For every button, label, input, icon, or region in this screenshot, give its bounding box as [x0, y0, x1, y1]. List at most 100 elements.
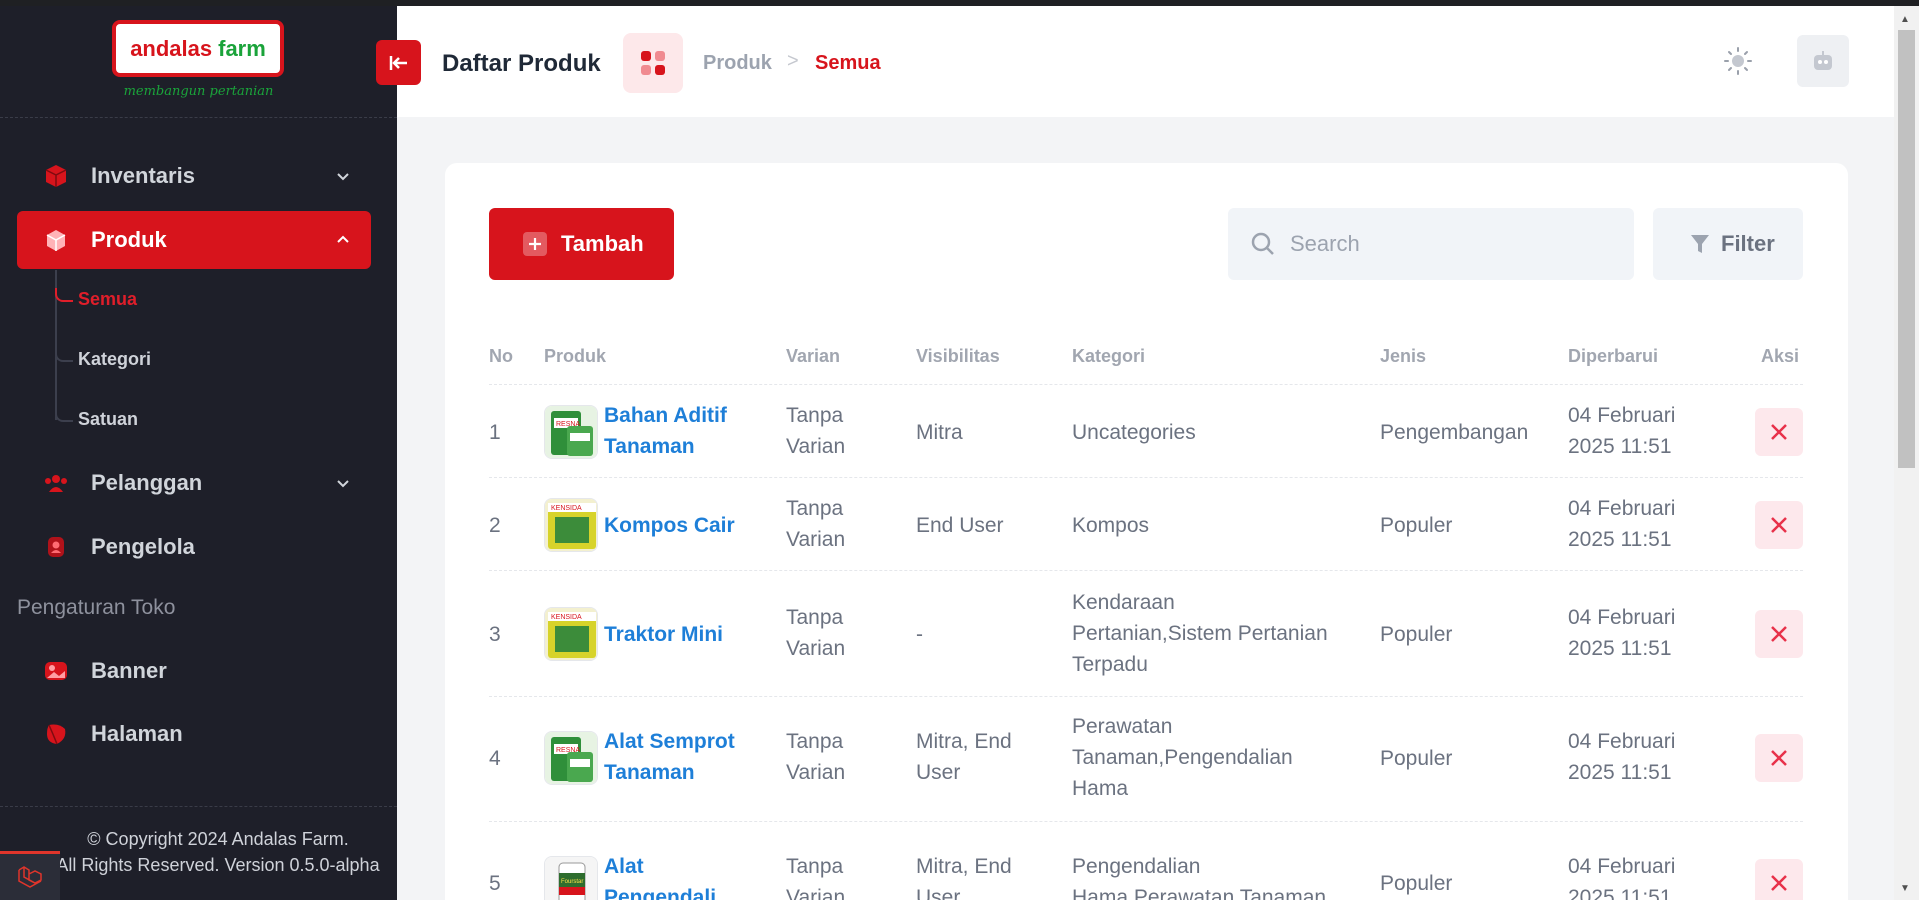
add-button-label: Tambah: [561, 231, 644, 256]
sidebar-subitem-satuan[interactable]: Satuan: [78, 409, 138, 430]
submenu-branch: [55, 288, 73, 302]
kategori-cell: Perawatan Tanaman,Pengendalian Hama: [1072, 715, 1293, 800]
varian-cell: Tanpa Varian: [786, 404, 846, 458]
kategori-cell: Kendaraan Pertanian,Sistem Pertanian Terpa…: [1072, 591, 1328, 676]
logo[interactable]: andalas farm: [112, 20, 284, 77]
copyright-line: © Copyright 2024 Andalas Farm.: [87, 829, 349, 849]
sidebar-item-produk[interactable]: Produk: [17, 211, 371, 269]
sidebar-item-banner[interactable]: Banner: [17, 642, 371, 700]
add-product-button[interactable]: Tambah: [489, 208, 674, 280]
varian-cell: Tanpa Varian: [786, 497, 846, 551]
close-icon: [1771, 424, 1787, 440]
diperbarui-cell: 04 Februari 2025 11:51: [1568, 606, 1676, 660]
varian-cell: Tanpa Varian: [786, 606, 846, 660]
delete-button[interactable]: [1755, 501, 1803, 549]
delete-button[interactable]: [1755, 610, 1803, 658]
laravel-icon[interactable]: [0, 851, 60, 900]
logo-area: andalas farm membangun pertanian: [0, 0, 397, 118]
logo-tagline: membangun pertanian: [123, 84, 274, 99]
kategori-cell: Pengendalian Hama,Perawatan Tanaman: [1072, 855, 1327, 900]
filter-button[interactable]: Filter: [1653, 208, 1803, 280]
diperbarui-cell: 04 Februari 2025 11:51: [1568, 855, 1676, 900]
row-divider: [489, 696, 1803, 697]
logo-word-farm: farm: [218, 35, 266, 61]
column-header-diperbarui[interactable]: Diperbarui: [1568, 346, 1658, 367]
column-header-no[interactable]: No: [489, 346, 513, 367]
product-thumbnail[interactable]: RESNA: [544, 731, 598, 785]
sidebar-subitem-semua[interactable]: Semua: [78, 289, 137, 310]
column-header-visibilitas[interactable]: Visibilitas: [916, 346, 1000, 367]
search-input[interactable]: [1290, 231, 1610, 257]
diperbarui-cell: 04 Februari 2025 11:51: [1568, 497, 1676, 551]
scroll-down-icon[interactable]: ▼: [1900, 883, 1910, 894]
product-name-link[interactable]: Traktor Mini: [604, 619, 723, 650]
jenis-cell: Populer: [1380, 747, 1453, 770]
delete-button[interactable]: [1755, 859, 1803, 900]
delete-button[interactable]: [1755, 408, 1803, 456]
close-icon: [1771, 875, 1787, 891]
sidebar-footer-divider: [0, 806, 397, 807]
chevron-down-icon: [337, 480, 349, 488]
filter-button-label: Filter: [1721, 231, 1775, 256]
avatar[interactable]: [1797, 35, 1849, 87]
column-header-varian[interactable]: Varian: [786, 346, 840, 367]
submenu-branch: [55, 408, 73, 422]
page-scrollbar[interactable]: ▲ ▼: [1894, 6, 1919, 900]
page-title: Daftar Produk: [442, 50, 601, 77]
delete-button[interactable]: [1755, 734, 1803, 782]
sidebar-item-label: Pelanggan: [91, 470, 203, 495]
row-number: 1: [489, 421, 501, 444]
box-icon: [43, 227, 69, 253]
scrollbar-thumb[interactable]: [1898, 30, 1915, 468]
visibilitas-cell: Mitra: [916, 421, 963, 444]
sidebar-collapse-button[interactable]: [376, 40, 421, 85]
sidebar-item-inventaris[interactable]: Inventaris: [17, 147, 371, 205]
breadcrumb-produk[interactable]: Produk: [703, 52, 772, 75]
row-divider: [489, 570, 1803, 571]
diperbarui-cell: 04 Februari 2025 11:51: [1568, 730, 1676, 784]
sidebar-item-halaman[interactable]: Halaman: [17, 705, 371, 763]
row-number: 2: [489, 514, 501, 537]
visibilitas-cell: -: [916, 623, 923, 646]
product-thumbnail[interactable]: Fourstar: [544, 856, 598, 900]
jenis-cell: Populer: [1380, 623, 1453, 646]
product-name-link[interactable]: Kompos Cair: [604, 510, 735, 541]
product-thumbnail[interactable]: KENSIDA: [544, 498, 598, 552]
column-header-aksi: Aksi: [1761, 346, 1800, 366]
apps-icon: [623, 33, 683, 93]
sidebar-item-label: Halaman: [91, 721, 183, 746]
close-icon: [1771, 626, 1787, 642]
sidebar-item-label: Produk: [91, 227, 167, 252]
sidebar-subitem-kategori[interactable]: Kategori: [78, 349, 151, 370]
sidebar-item-label: Inventaris: [91, 163, 195, 188]
theme-toggle-button[interactable]: [1721, 44, 1755, 78]
column-header-jenis[interactable]: Jenis: [1380, 346, 1426, 367]
column-header-produk[interactable]: Produk: [544, 346, 606, 367]
visibilitas-cell: Mitra, End User: [916, 730, 1012, 784]
product-name-link[interactable]: Alat Semprot Tanaman: [604, 726, 735, 788]
row-divider: [489, 384, 1803, 385]
product-thumbnail[interactable]: KENSIDA: [544, 607, 598, 661]
product-name-link[interactable]: Alat Pengendali: [604, 851, 716, 900]
kategori-cell: Uncategories: [1072, 421, 1196, 444]
varian-cell: Tanpa Varian: [786, 730, 846, 784]
product-name-link[interactable]: Bahan Aditif Tanaman: [604, 400, 727, 462]
sidebar-item-pelanggan[interactable]: Pelanggan: [17, 454, 371, 512]
product-thumbnail[interactable]: RESNA: [544, 405, 598, 459]
row-divider: [489, 477, 1803, 478]
robot-icon: [1814, 51, 1832, 70]
sidebar-item-label: Pengelola: [91, 534, 195, 559]
scroll-up-icon[interactable]: ▲: [1900, 14, 1910, 25]
copyright-text: © Copyright 2024 Andalas Farm. All Right…: [48, 826, 388, 878]
page-icon: [43, 721, 69, 747]
visibilitas-cell: Mitra, End User: [916, 855, 1012, 900]
kategori-cell: Kompos: [1072, 514, 1150, 537]
column-header-kategori[interactable]: Kategori: [1072, 346, 1145, 367]
section-label-pengaturan-toko: Pengaturan Toko: [17, 596, 176, 619]
search-icon: [1251, 232, 1274, 255]
logo-word-andalas: andalas: [130, 35, 213, 61]
sidebar-item-pengelola[interactable]: Pengelola: [17, 518, 371, 576]
row-number: 4: [489, 747, 501, 770]
row-divider: [489, 821, 1803, 822]
users-icon: [43, 470, 69, 496]
